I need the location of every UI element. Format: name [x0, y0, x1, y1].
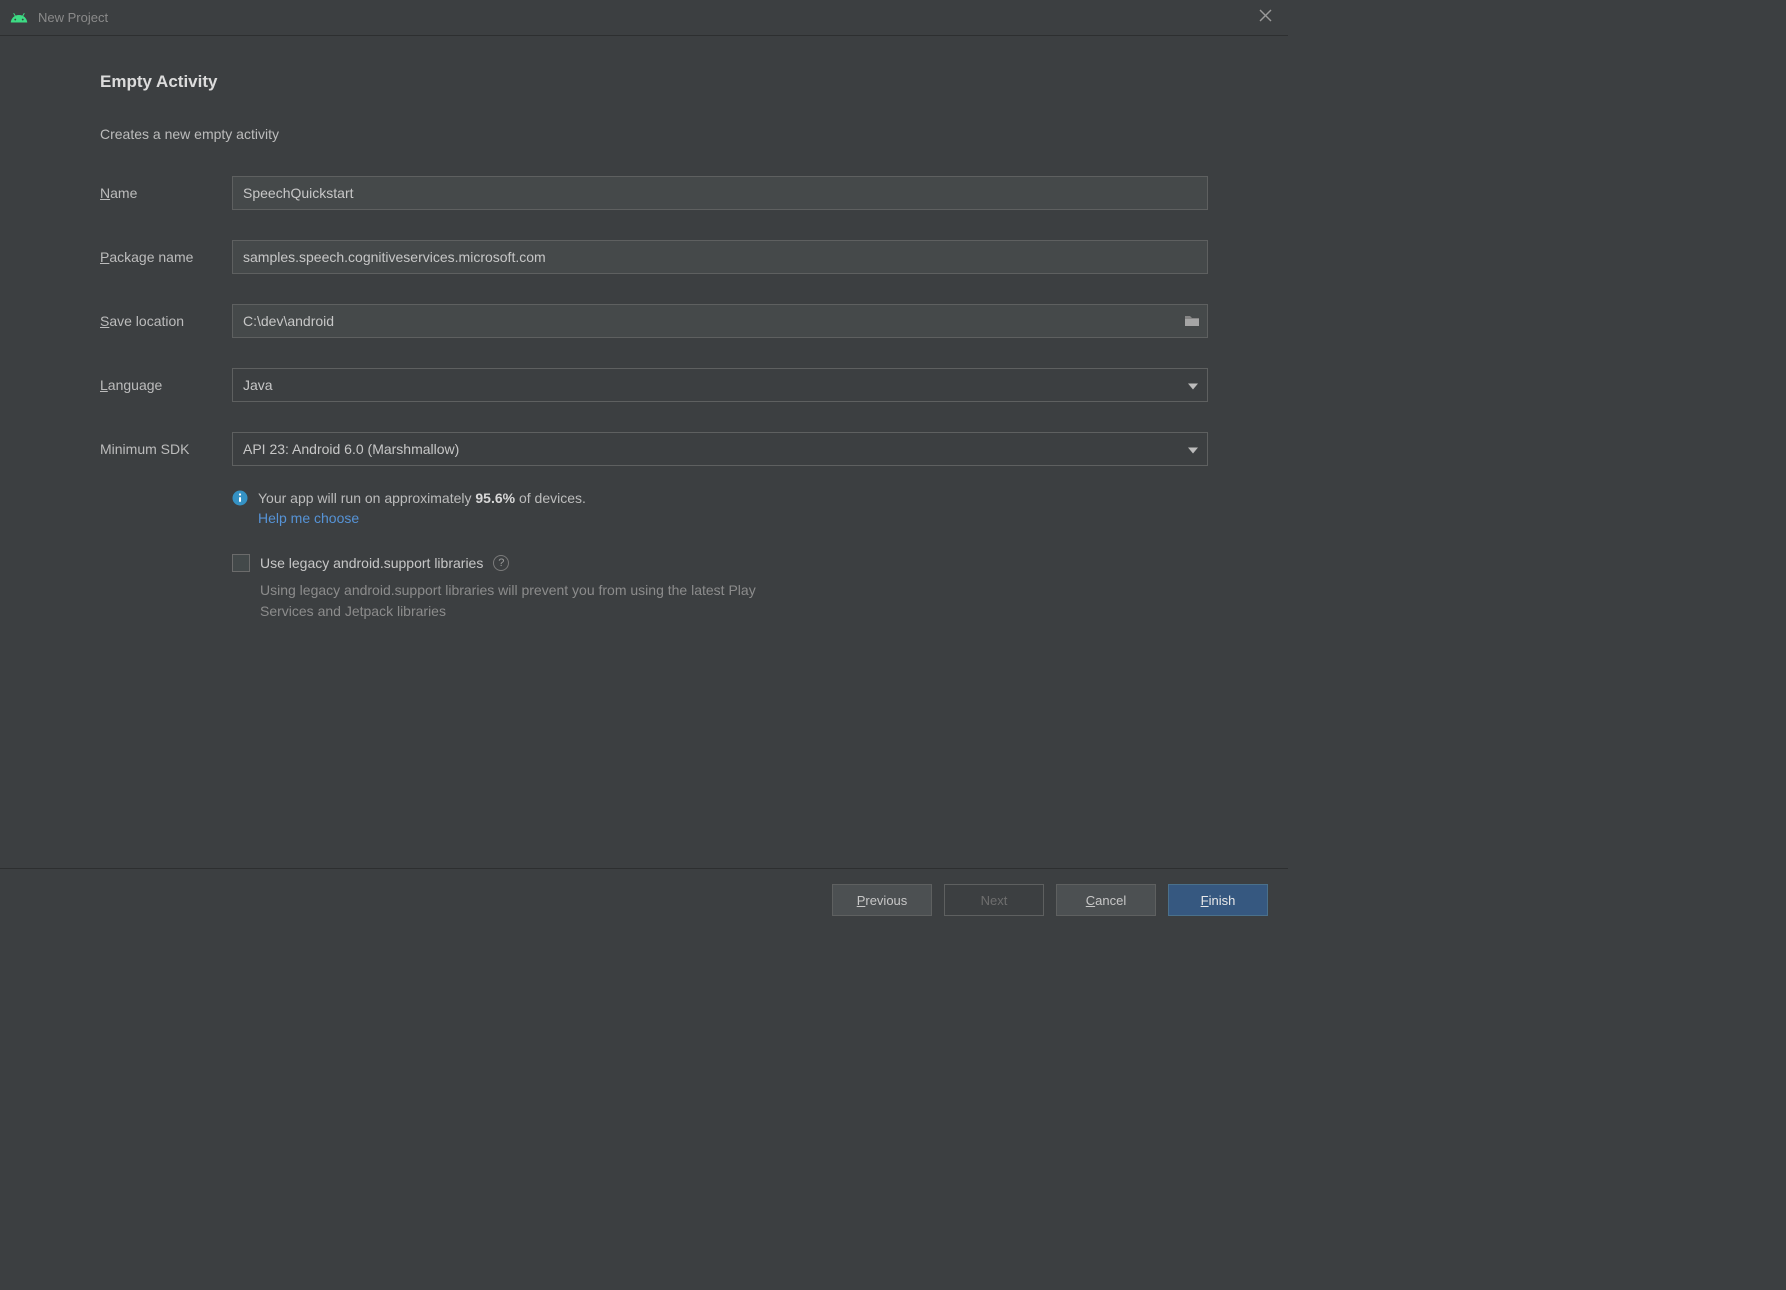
android-icon — [10, 9, 28, 27]
minimum-sdk-select[interactable]: API 23: Android 6.0 (Marshmallow) — [232, 432, 1208, 466]
name-input[interactable] — [232, 176, 1208, 210]
dialog-footer: Previous Next Cancel Finish — [0, 869, 1288, 931]
help-me-choose-link[interactable]: Help me choose — [258, 510, 359, 526]
close-icon — [1259, 9, 1272, 22]
help-icon[interactable]: ? — [493, 555, 509, 571]
language-select[interactable]: Java — [232, 368, 1208, 402]
legacy-libraries-block: Use legacy android.support libraries ? U… — [232, 554, 1208, 622]
package-input[interactable] — [232, 240, 1208, 274]
row-minimum-sdk: Minimum SDK API 23: Android 6.0 (Marshma… — [100, 432, 1208, 466]
new-project-dialog: New Project Empty Activity Creates a new… — [0, 0, 1288, 931]
device-coverage-text: Your app will run on approximately 95.6%… — [258, 490, 586, 506]
next-button: Next — [944, 884, 1044, 916]
label-save-location: Save location — [100, 313, 232, 329]
label-package: Package name — [100, 249, 232, 265]
window-title: New Project — [38, 10, 108, 25]
page-subtitle: Creates a new empty activity — [100, 126, 1208, 142]
page-title: Empty Activity — [100, 72, 1208, 92]
browse-folder-button[interactable] — [1184, 314, 1200, 328]
legacy-libraries-label: Use legacy android.support libraries — [260, 555, 483, 571]
close-button[interactable] — [1253, 5, 1278, 31]
row-name: Name — [100, 176, 1208, 210]
finish-button[interactable]: Finish — [1168, 884, 1268, 916]
folder-icon — [1184, 314, 1200, 328]
row-language: Language Java — [100, 368, 1208, 402]
previous-button[interactable]: Previous — [832, 884, 932, 916]
cancel-button[interactable]: Cancel — [1056, 884, 1156, 916]
row-save-location: Save location — [100, 304, 1208, 338]
titlebar: New Project — [0, 0, 1288, 36]
label-name: Name — [100, 185, 232, 201]
save-location-input[interactable] — [232, 304, 1208, 338]
device-coverage-info: Your app will run on approximately 95.6%… — [232, 490, 1208, 526]
info-icon — [232, 490, 248, 506]
dialog-content: Empty Activity Creates a new empty activ… — [0, 36, 1288, 869]
row-package: Package name — [100, 240, 1208, 274]
label-language: Language — [100, 377, 232, 393]
legacy-libraries-description: Using legacy android.support libraries w… — [260, 580, 800, 622]
label-minimum-sdk: Minimum SDK — [100, 441, 232, 457]
legacy-libraries-checkbox[interactable] — [232, 554, 250, 572]
